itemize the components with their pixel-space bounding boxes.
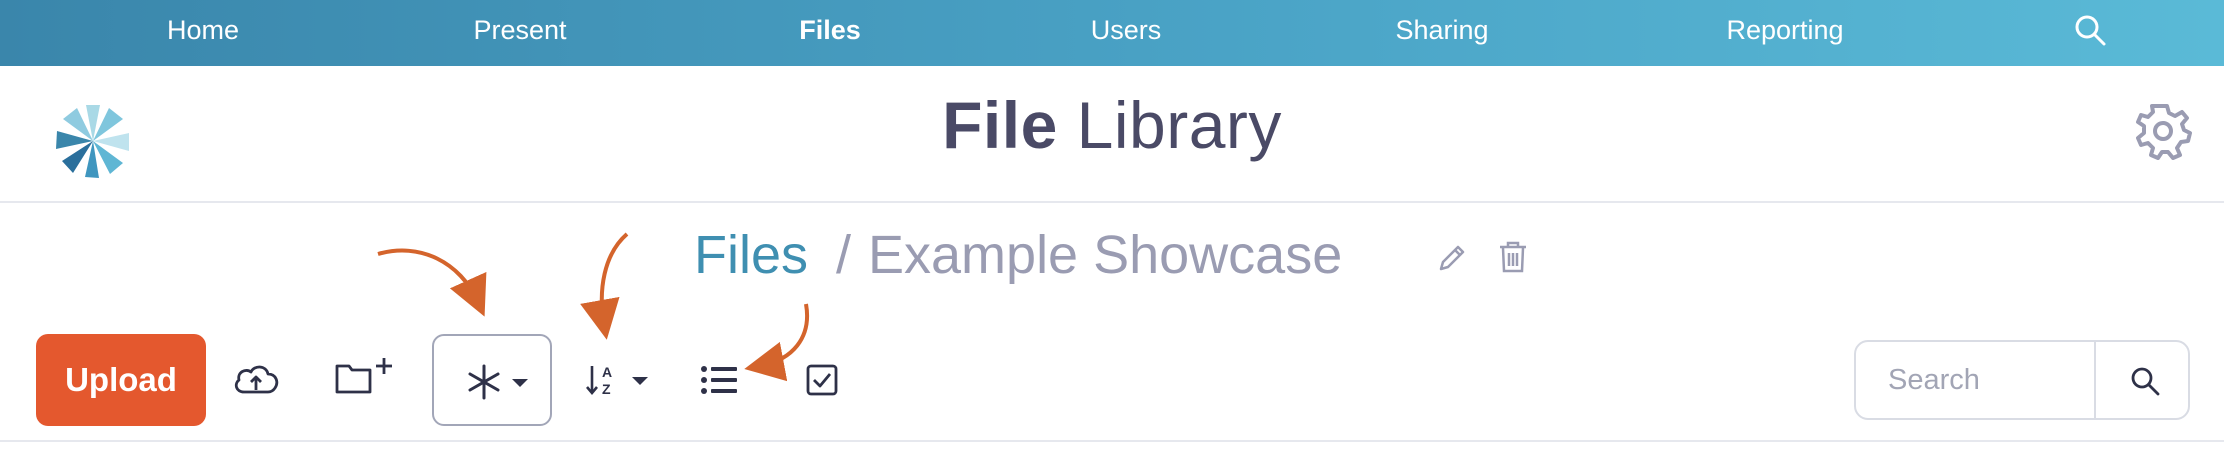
- svg-text:Z: Z: [602, 381, 611, 397]
- page-title: File Library: [942, 87, 1282, 163]
- nav-item-users[interactable]: Users: [1091, 0, 1162, 66]
- folder-plus-icon[interactable]: [334, 356, 398, 396]
- annotation-arrow-sort: [580, 232, 629, 340]
- search-box: [1854, 340, 2190, 420]
- page-header: File Library: [0, 66, 2224, 203]
- search-button[interactable]: [2094, 342, 2188, 418]
- page-title-bold: File: [942, 88, 1058, 162]
- search-icon[interactable]: [2074, 14, 2108, 48]
- nav-item-files[interactable]: Files: [799, 0, 861, 66]
- upload-button[interactable]: Upload: [36, 334, 206, 426]
- search-input[interactable]: [1856, 342, 2094, 418]
- breadcrumb-current-folder: Example Showcase: [868, 225, 1343, 285]
- breadcrumb-separator: /: [836, 225, 852, 285]
- filter-type-dropdown-button[interactable]: [432, 334, 552, 426]
- checkbox-icon[interactable]: [806, 364, 838, 396]
- breadcrumb-root-link[interactable]: Files: [694, 224, 808, 286]
- trash-icon[interactable]: [1498, 240, 1528, 274]
- svg-text:A: A: [602, 364, 612, 380]
- search-icon: [2131, 367, 2160, 396]
- gear-icon[interactable]: [2134, 102, 2192, 160]
- nav-item-reporting[interactable]: Reporting: [1726, 0, 1843, 66]
- cloud-upload-icon[interactable]: [232, 362, 280, 398]
- pencil-icon[interactable]: [1436, 242, 1468, 274]
- sort-az-dropdown-icon[interactable]: A Z: [586, 362, 652, 398]
- list-view-icon[interactable]: [700, 364, 740, 396]
- nav-item-present[interactable]: Present: [473, 0, 566, 66]
- page-title-rest: Library: [1057, 88, 1282, 162]
- annotation-arrow-filter: [377, 248, 487, 317]
- annotation-arrow-list: [744, 303, 810, 382]
- flower-logo-icon[interactable]: [48, 96, 138, 186]
- asterisk-dropdown-icon: [468, 364, 528, 400]
- divider: [0, 440, 2224, 442]
- top-navigation: Home Present Files Users Sharing Reporti…: [0, 0, 2224, 66]
- nav-item-sharing[interactable]: Sharing: [1395, 0, 1488, 66]
- nav-item-home[interactable]: Home: [167, 0, 239, 66]
